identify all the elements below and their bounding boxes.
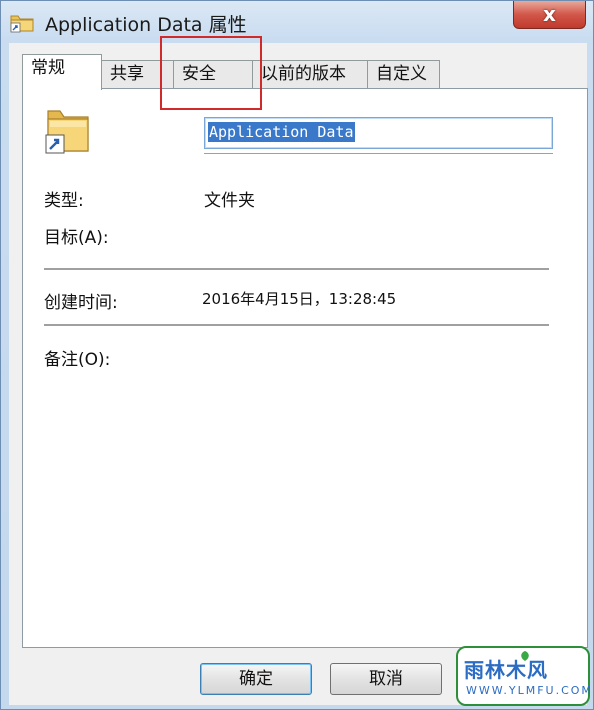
tab-label: 常规 [31, 58, 65, 78]
watermark-logo: 雨林木风 WWW.YLMFU.COM [456, 646, 593, 706]
type-label: 类型: [44, 191, 84, 211]
tab-general[interactable]: 常规 [22, 54, 102, 90]
watermark-url: WWW.YLMFU.COM [466, 684, 593, 697]
tab-label: 共享 [110, 64, 144, 84]
tab-previous-versions[interactable]: 以前的版本 [252, 60, 368, 88]
ok-button-label: 确定 [239, 669, 273, 689]
tab-label: 自定义 [376, 64, 427, 84]
created-value: 2016年4月15日，13:28:45 [202, 290, 397, 308]
folder-icon [10, 15, 34, 33]
target-label: 目标(A): [44, 228, 109, 248]
title-bar: Application Data 属性 x [1, 1, 593, 43]
watermark-text: 雨林木风 [464, 658, 548, 682]
comment-label: 备注(O): [44, 350, 111, 370]
annotation-highlight-box [160, 36, 262, 110]
folder-shortcut-icon [45, 110, 89, 154]
tab-customize[interactable]: 自定义 [367, 60, 440, 88]
close-button[interactable]: x [513, 1, 586, 29]
created-label: 创建时间: [44, 293, 118, 313]
window-title: Application Data 属性 [45, 14, 247, 36]
cancel-button[interactable]: 取消 [330, 663, 442, 695]
tab-label: 以前的版本 [261, 64, 346, 84]
folder-name-input[interactable]: Application Data [204, 117, 553, 149]
type-value: 文件夹 [204, 191, 255, 211]
close-icon: x [543, 2, 556, 26]
cancel-button-label: 取消 [369, 669, 403, 689]
divider [44, 324, 549, 327]
folder-name-selected-text: Application Data [208, 122, 355, 142]
divider [204, 153, 553, 154]
divider [44, 268, 549, 271]
ok-button[interactable]: 确定 [200, 663, 312, 695]
